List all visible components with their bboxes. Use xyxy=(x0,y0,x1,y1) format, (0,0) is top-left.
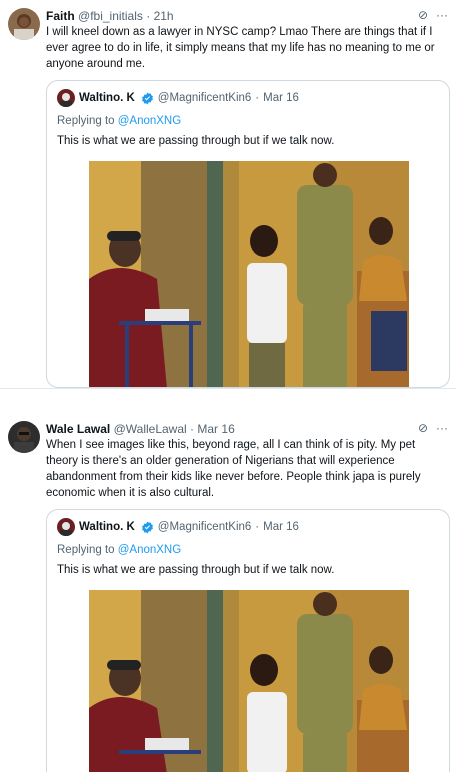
avatar-faith[interactable] xyxy=(8,8,40,40)
tweet-header: Wale Lawal @WalleLawal · Mar 16 xyxy=(46,421,235,437)
tweet-faith[interactable]: Faith @fbi_initials · 21h ⊘ ··· I will k… xyxy=(0,0,456,388)
avatar-waltino[interactable] xyxy=(57,89,75,107)
separator: · xyxy=(146,9,151,23)
replying-to-link[interactable]: @AnonXNG xyxy=(118,544,181,556)
replying-to-link[interactable]: @AnonXNG xyxy=(118,115,181,127)
quote-photo[interactable] xyxy=(89,161,409,387)
separator: · xyxy=(255,92,260,104)
tweet-actions: ⊘ ··· xyxy=(418,8,448,22)
tweet-text: I will kneel down as a lawyer in NYSC ca… xyxy=(46,26,435,70)
timestamp[interactable]: Mar 16 xyxy=(197,422,234,436)
separator: · xyxy=(190,422,195,436)
replying-to-label: Replying to xyxy=(57,544,118,556)
verified-icon xyxy=(141,92,153,104)
quote-author-name[interactable]: Waltino. K xyxy=(79,90,135,106)
grok-icon[interactable]: ⊘ xyxy=(418,421,428,435)
separator: · xyxy=(255,521,260,533)
author-name[interactable]: Faith xyxy=(46,9,75,23)
quote-photo[interactable] xyxy=(89,590,409,772)
replying-to: Replying to @AnonXNG xyxy=(57,542,181,558)
tweet-wale[interactable]: Wale Lawal @WalleLawal · Mar 16 ⊘ ··· Wh… xyxy=(0,388,456,772)
quote-tweet[interactable]: Waltino. K @MagnificentKin6 · Mar 16 Rep… xyxy=(46,80,450,388)
tweet-text: When I see images like this, beyond rage… xyxy=(46,439,421,499)
grok-icon[interactable]: ⊘ xyxy=(418,8,428,22)
quote-author-handle[interactable]: @MagnificentKin6 xyxy=(158,519,252,535)
avatar-wale[interactable] xyxy=(8,421,40,453)
author-handle[interactable]: @WalleLawal xyxy=(114,422,187,436)
quote-timestamp[interactable]: Mar 16 xyxy=(263,90,299,106)
quote-text: This is what we are passing through but … xyxy=(57,564,335,576)
quote-author-name[interactable]: Waltino. K xyxy=(79,519,135,535)
author-name[interactable]: Wale Lawal xyxy=(46,422,110,436)
timestamp[interactable]: 21h xyxy=(154,9,174,23)
verified-icon xyxy=(141,521,153,533)
more-icon[interactable]: ··· xyxy=(436,8,448,22)
quote-author-handle[interactable]: @MagnificentKin6 xyxy=(158,90,252,106)
quote-header: Waltino. K @MagnificentKin6 · Mar 16 xyxy=(57,518,299,536)
replying-to-label: Replying to xyxy=(57,115,118,127)
quote-tweet[interactable]: Waltino. K @MagnificentKin6 · Mar 16 Rep… xyxy=(46,509,450,772)
author-handle[interactable]: @fbi_initials xyxy=(78,9,143,23)
avatar-waltino[interactable] xyxy=(57,518,75,536)
more-icon[interactable]: ··· xyxy=(436,421,448,435)
tweet-actions: ⊘ ··· xyxy=(418,421,448,435)
quote-header: Waltino. K @MagnificentKin6 · Mar 16 xyxy=(57,89,299,107)
quote-timestamp[interactable]: Mar 16 xyxy=(263,519,299,535)
tweet-header: Faith @fbi_initials · 21h xyxy=(46,8,174,24)
replying-to: Replying to @AnonXNG xyxy=(57,113,181,129)
quote-text: This is what we are passing through but … xyxy=(57,135,335,147)
